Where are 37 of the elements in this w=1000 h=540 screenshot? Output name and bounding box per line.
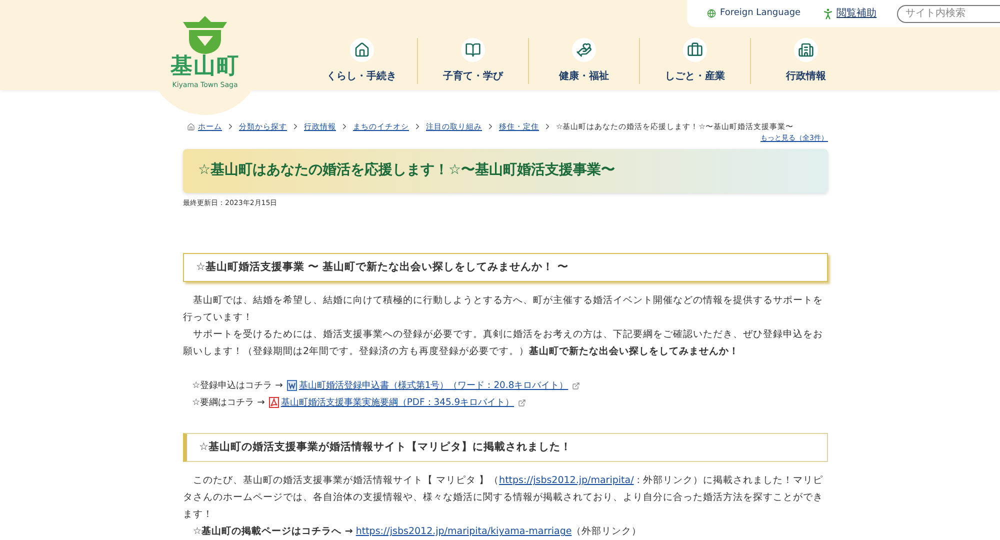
nav-item[interactable]: 健康・福祉	[528, 38, 639, 84]
nav-item[interactable]: しごと・産業	[639, 38, 750, 84]
chevron-icon	[340, 122, 349, 132]
external-link-icon	[518, 398, 526, 407]
book-icon	[465, 42, 481, 58]
link-label: ☆登録申込はコチラ →	[191, 379, 283, 394]
nav-item[interactable]: くらし・手続き	[306, 38, 417, 84]
document-icon	[286, 380, 297, 392]
building-icon	[798, 42, 814, 58]
external-link[interactable]: https://jsbs2012.jp/maripita/	[499, 475, 634, 486]
link-label: ☆要綱はコチラ →	[191, 396, 265, 410]
search-field[interactable]: サイト内検索	[896, 4, 1000, 22]
chevron-icon	[486, 122, 495, 132]
accessibility-link[interactable]: 閲覧補助	[820, 6, 877, 22]
pdf-icon	[268, 397, 279, 408]
external-link[interactable]: https://jsbs2012.jp/maripita/kiyama-marriage	[356, 526, 572, 538]
page-title: ☆基山町はあなたの婚活を応援します！☆〜基山町婚活支援事業〜	[198, 160, 616, 180]
chevron-icon	[413, 122, 422, 132]
body-paragraph: 基山町では、結婚を希望し、結婚に向けて積極的に行動しようとする方へ、町が主催する婚活イベント開催などの情報を提供するサポートを行っています！	[183, 294, 824, 326]
chevron-icon	[291, 122, 300, 132]
language-link[interactable]: Foreign Language	[707, 6, 801, 20]
nav-item[interactable]: 行政情報	[750, 38, 861, 84]
globe-icon	[707, 9, 716, 18]
hand-heart-icon	[576, 42, 592, 58]
external-link-icon	[572, 382, 580, 390]
house-icon	[354, 42, 370, 58]
chevron-icon	[226, 122, 235, 132]
home-icon	[187, 122, 195, 131]
chevron-icon	[543, 122, 552, 132]
logo-title: 基山町	[170, 54, 240, 80]
section-heading: ☆基山町の婚活支援事業が婚活情報サイト【マリピタ】に掲載されました！	[183, 433, 828, 462]
body-paragraph: サポートを受けるためには、婚活支援事業への登録が必要です。真剣に婚活をお考えの方は、下記要綱をご確認いただき、ぜひ登録申込をお願いします！（登録期間は2年間です。登録済の方も再度登録が必要です。）基山町で新たな出会い探しをしてみませんか！	[183, 328, 824, 360]
body-paragraph: ☆基山町の掲載ページはコチラへ → https://jsbs2012.jp/maripita/kiyama-marriage（外部リンク）	[192, 525, 643, 540]
section-heading: ☆基山町婚活支援事業 〜 基山町で新たな出会い探しをしてみませんか！ 〜	[183, 253, 828, 282]
body-paragraph: このたび、基山町の婚活支援事業が婚活情報サイト【 マリピタ 】（https://jsbs2012.jp/maripita/ : 外部リンク）に掲載されました！マリピタさんのホームページでは、各自治体の支援情報や、様々な婚活に関する情報が掲載されており、より自分に合った婚活方法を探すことができます！	[183, 474, 824, 522]
nav-item[interactable]: 子育て・学び	[417, 38, 528, 84]
briefcase-icon	[687, 42, 703, 58]
